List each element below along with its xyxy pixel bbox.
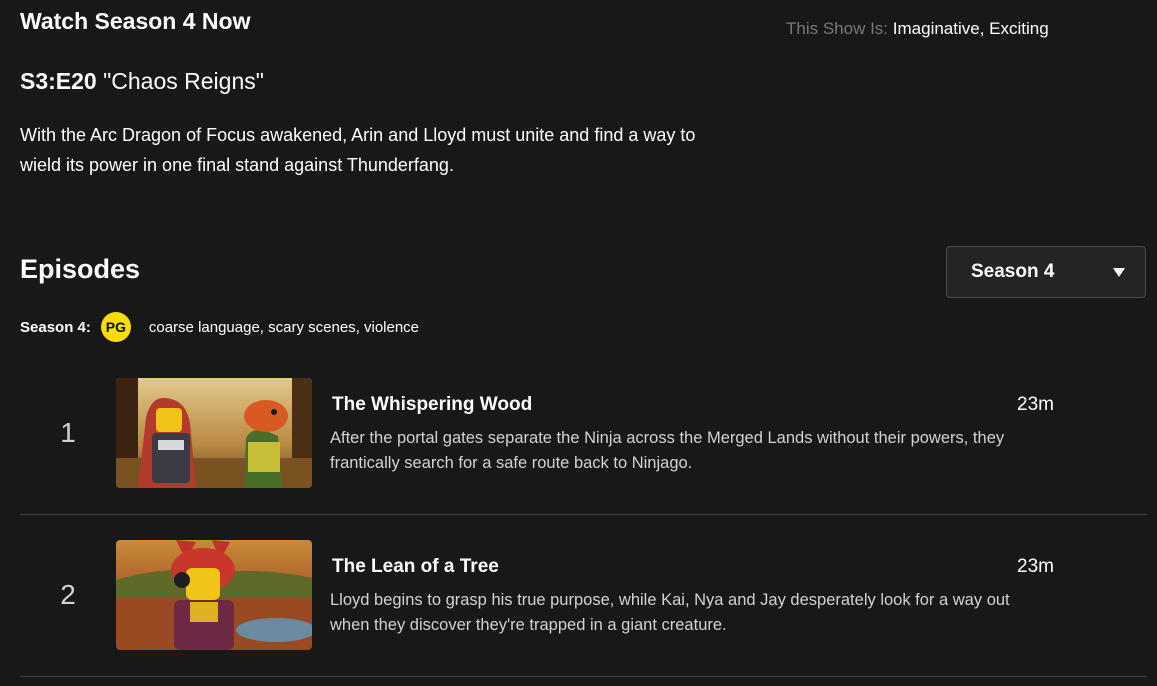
show-tags-label: This Show Is:: [786, 19, 889, 38]
episode-thumbnail-image[interactable]: [116, 540, 312, 650]
episode-duration: 23m: [1017, 394, 1054, 415]
episode-row-1[interactable]: 1 The Whispering Wood 23m After the port…: [20, 378, 1147, 515]
episode-thumbnail-image[interactable]: [116, 378, 312, 488]
featured-episode-code: S3:E20: [20, 68, 97, 94]
episode-synopsis: Lloyd begins to grasp his true purpose, …: [330, 591, 1010, 634]
season-selector-dropdown[interactable]: Season 4: [946, 246, 1146, 298]
show-tags-value: Imaginative, Exciting: [892, 19, 1049, 38]
episode-title: The Lean of a Tree: [332, 556, 499, 577]
season-maturity-info: Season 4: PG coarse language, scary scen…: [20, 310, 419, 344]
show-tags: This Show Is: Imaginative, Exciting: [786, 19, 1049, 39]
featured-episode-description: With the Arc Dragon of Focus awakened, A…: [20, 125, 696, 175]
episode-duration: 23m: [1017, 556, 1054, 577]
season-selector-label: Season 4: [971, 261, 1055, 282]
pg-rating-badge: PG: [100, 312, 131, 342]
watch-season-heading: Watch Season 4 Now: [20, 8, 251, 34]
episode-details-page: Watch Season 4 Now This Show Is: Imagina…: [0, 0, 1157, 686]
episode-number: 1: [60, 417, 76, 448]
episodes-heading: Episodes: [20, 254, 141, 284]
episode-row-2[interactable]: 2 The Lean of a Tree 23m Lloyd begins to…: [20, 540, 1147, 677]
episode-number: 2: [60, 579, 76, 610]
caret-down-icon: [1113, 268, 1125, 277]
featured-episode-title: "Chaos Reigns": [103, 68, 264, 94]
episode-synopsis: After the portal gates separate the Ninj…: [330, 429, 1005, 472]
episode-title: The Whispering Wood: [332, 394, 533, 415]
featured-episode-heading: S3:E20 "Chaos Reigns": [20, 68, 264, 95]
content-advisories: coarse language, scary scenes, violence: [148, 318, 420, 336]
season-label: Season 4:: [20, 318, 91, 336]
